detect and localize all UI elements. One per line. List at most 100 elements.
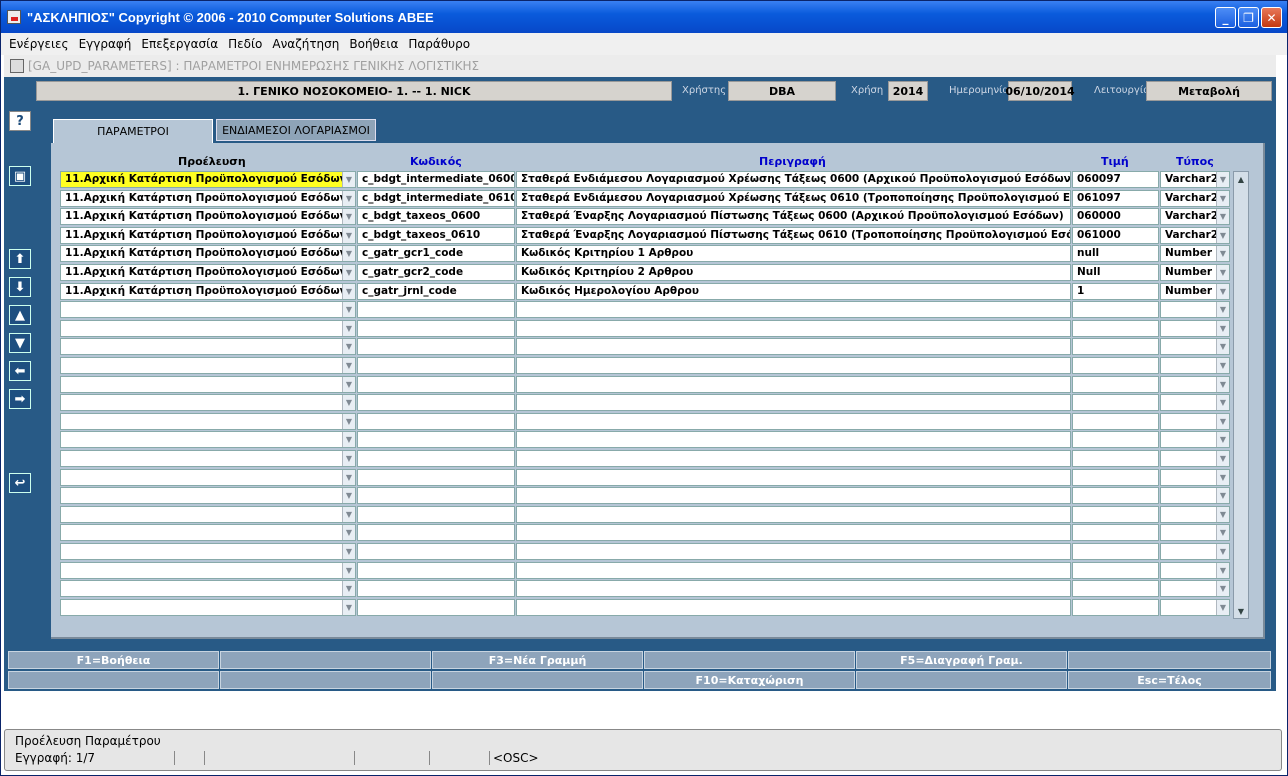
cell-type[interactable]: ▼ xyxy=(1160,543,1230,560)
cell-origin[interactable]: 11.Αρχική Κατάρτιση Προϋπολογισμού Εσόδω… xyxy=(60,264,356,281)
cell-value[interactable]: null xyxy=(1072,245,1159,263)
cell-type[interactable]: Varchar2 ▼ xyxy=(1160,171,1230,188)
cell-type[interactable]: ▼ xyxy=(1160,580,1230,598)
cell-origin[interactable]: ▼ xyxy=(60,319,356,337)
save-button[interactable]: ▣ xyxy=(9,166,31,186)
cell-value[interactable] xyxy=(1072,561,1159,579)
cell-desc[interactable] xyxy=(516,543,1071,560)
tab-intermediate-accounts[interactable]: ΕΝΔΙΑΜΕΣΟΙ ΛΟΓΑΡΙΑΣΜΟΙ xyxy=(216,119,376,141)
cell-desc[interactable]: Σταθερά Έναρξης Λογαριασμού Πίστωσης Τάξ… xyxy=(516,208,1071,226)
cell-origin[interactable]: ▼ xyxy=(60,394,356,412)
exit-button[interactable]: ↩ xyxy=(9,473,31,493)
cell-value[interactable] xyxy=(1072,319,1159,337)
dropdown-arrow-icon[interactable]: ▼ xyxy=(342,376,355,392)
cell-value[interactable] xyxy=(1072,450,1159,467)
cell-desc[interactable] xyxy=(516,505,1071,523)
cell-origin[interactable]: ▼ xyxy=(60,375,356,393)
cell-code[interactable]: c_gatr_gcr1_code xyxy=(357,245,515,263)
cell-type[interactable]: ▼ xyxy=(1160,450,1230,467)
cell-type[interactable]: ▼ xyxy=(1160,319,1230,337)
menu-field[interactable]: Πεδίο xyxy=(228,37,262,51)
dropdown-arrow-icon[interactable]: ▼ xyxy=(1216,339,1229,355)
cell-origin[interactable]: ▼ xyxy=(60,505,356,523)
cell-desc[interactable] xyxy=(516,487,1071,505)
cell-desc[interactable]: Κωδικός Ημερολογίου Αρθρου xyxy=(516,282,1071,300)
cell-desc[interactable]: Σταθερά Έναρξης Λογαριασμού Πίστωσης Τάξ… xyxy=(516,226,1071,244)
menu-actions[interactable]: Ενέργειες xyxy=(9,37,69,51)
cell-value[interactable] xyxy=(1072,505,1159,523)
fkey-empty-6[interactable] xyxy=(432,671,643,689)
cell-origin[interactable]: ▼ xyxy=(60,301,356,319)
dropdown-arrow-icon[interactable]: ▼ xyxy=(1216,506,1229,522)
cell-code[interactable] xyxy=(357,375,515,393)
f10-commit-button[interactable]: F10=Καταχώριση xyxy=(644,671,855,689)
cell-origin[interactable]: 11.Αρχική Κατάρτιση Προϋπολογισμού Εσόδω… xyxy=(60,245,356,263)
cell-type[interactable]: Varchar2 ▼ xyxy=(1160,226,1230,244)
cell-type[interactable]: Varchar2 ▼ xyxy=(1160,189,1230,207)
cell-value[interactable] xyxy=(1072,338,1159,356)
dropdown-arrow-icon[interactable]: ▼ xyxy=(1216,544,1229,559)
cell-origin[interactable]: 11.Αρχική Κατάρτιση Προϋπολογισμού Εσόδω… xyxy=(60,208,356,226)
dropdown-arrow-icon[interactable]: ▼ xyxy=(342,506,355,522)
minimize-button[interactable]: _ xyxy=(1215,7,1236,28)
dropdown-arrow-icon[interactable]: ▼ xyxy=(1216,581,1229,597)
dropdown-arrow-icon[interactable]: ▼ xyxy=(1216,283,1229,299)
cell-desc[interactable]: Κωδικός Κριτηρίου 2 Αρθρου xyxy=(516,264,1071,281)
cell-code[interactable] xyxy=(357,487,515,505)
cell-type[interactable]: ▼ xyxy=(1160,505,1230,523)
dropdown-arrow-icon[interactable]: ▼ xyxy=(1216,469,1229,485)
dropdown-arrow-icon[interactable]: ▼ xyxy=(1216,246,1229,262)
cell-value[interactable] xyxy=(1072,412,1159,430)
cell-value[interactable] xyxy=(1072,580,1159,598)
dropdown-arrow-icon[interactable]: ▼ xyxy=(1216,172,1229,187)
cell-origin[interactable]: 11.Αρχική Κατάρτιση Προϋπολογισμού Εσόδω… xyxy=(60,282,356,300)
dropdown-arrow-icon[interactable]: ▼ xyxy=(342,358,355,373)
menu-help[interactable]: Βοήθεια xyxy=(349,37,398,51)
close-button[interactable]: ✕ xyxy=(1261,7,1282,28)
cell-code[interactable] xyxy=(357,543,515,560)
cell-desc[interactable] xyxy=(516,319,1071,337)
cell-code[interactable] xyxy=(357,561,515,579)
cell-origin[interactable]: ▼ xyxy=(60,524,356,542)
dropdown-arrow-icon[interactable]: ▼ xyxy=(342,209,355,225)
cell-desc[interactable] xyxy=(516,357,1071,374)
cell-type[interactable]: ▼ xyxy=(1160,338,1230,356)
cell-value[interactable] xyxy=(1072,543,1159,560)
dropdown-arrow-icon[interactable]: ▼ xyxy=(1216,525,1229,541)
cell-type[interactable]: ▼ xyxy=(1160,412,1230,430)
prev-block-button[interactable]: ⬅ xyxy=(9,361,31,381)
dropdown-arrow-icon[interactable]: ▼ xyxy=(1216,209,1229,225)
cell-origin[interactable]: ▼ xyxy=(60,338,356,356)
cell-origin[interactable]: ▼ xyxy=(60,561,356,579)
dropdown-arrow-icon[interactable]: ▼ xyxy=(1216,562,1229,578)
cell-origin[interactable]: ▼ xyxy=(60,357,356,374)
next-record-button[interactable]: ▼ xyxy=(9,333,31,353)
cell-value[interactable]: 060000 xyxy=(1072,208,1159,226)
dropdown-arrow-icon[interactable]: ▼ xyxy=(342,172,355,187)
dropdown-arrow-icon[interactable]: ▼ xyxy=(342,302,355,318)
dropdown-arrow-icon[interactable]: ▼ xyxy=(342,525,355,541)
dropdown-arrow-icon[interactable]: ▼ xyxy=(342,451,355,466)
dropdown-arrow-icon[interactable]: ▼ xyxy=(1216,488,1229,504)
cell-desc[interactable] xyxy=(516,375,1071,393)
dropdown-arrow-icon[interactable]: ▼ xyxy=(342,246,355,262)
cell-value[interactable] xyxy=(1072,375,1159,393)
cell-type[interactable]: ▼ xyxy=(1160,431,1230,449)
dropdown-arrow-icon[interactable]: ▼ xyxy=(342,413,355,429)
dropdown-arrow-icon[interactable]: ▼ xyxy=(1216,376,1229,392)
cell-value[interactable]: 061000 xyxy=(1072,226,1159,244)
cell-origin[interactable]: 11.Αρχική Κατάρτιση Προϋπολογισμού Εσόδω… xyxy=(60,189,356,207)
cell-code[interactable]: c_bdgt_taxeos_0610 xyxy=(357,226,515,244)
cell-code[interactable] xyxy=(357,598,515,616)
cell-origin[interactable]: ▼ xyxy=(60,543,356,560)
cell-desc[interactable]: Σταθερά Ενδιάμεσου Λογαριασμού Χρέωσης Τ… xyxy=(516,171,1071,188)
cell-desc[interactable] xyxy=(516,580,1071,598)
cell-type[interactable]: ▼ xyxy=(1160,468,1230,486)
cell-type[interactable]: ▼ xyxy=(1160,357,1230,374)
cell-code[interactable] xyxy=(357,319,515,337)
cell-desc[interactable] xyxy=(516,338,1071,356)
cell-code[interactable] xyxy=(357,524,515,542)
table-scrollbar[interactable]: ▲ ▼ xyxy=(1233,171,1249,619)
cell-value[interactable] xyxy=(1072,468,1159,486)
dropdown-arrow-icon[interactable]: ▼ xyxy=(1216,413,1229,429)
